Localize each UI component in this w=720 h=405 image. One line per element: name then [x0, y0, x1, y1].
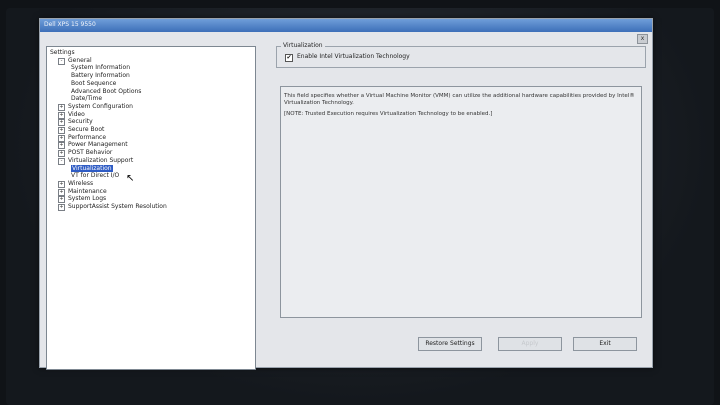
- tree-item[interactable]: + SupportAssist System Resolution: [58, 203, 167, 211]
- enable-vt-label: Enable Intel Virtualization Technology: [297, 53, 410, 60]
- window-title: Dell XPS 15 9550: [44, 21, 96, 28]
- tree-item-label: Security: [68, 118, 93, 126]
- tree-item-label: VT for Direct I/O: [71, 172, 120, 180]
- collapse-icon[interactable]: -: [58, 157, 65, 165]
- expand-icon[interactable]: +: [58, 204, 65, 211]
- restore-settings-button[interactable]: Restore Settings: [418, 337, 482, 351]
- tree-item-label: Maintenance: [68, 187, 107, 195]
- settings-tree: Settings - General System Information Batter…: [46, 46, 256, 370]
- note-text: [NOTE: Trusted Execution requires Virtua…: [284, 111, 493, 117]
- tree-item-label: Video: [68, 110, 85, 118]
- tree-item-label: Advanced Boot Options: [71, 87, 142, 95]
- tree-item-label: System Configuration: [68, 102, 133, 110]
- monitor-screen: Dell XPS 15 9550 x Settings - General Syste…: [6, 8, 714, 405]
- tree-item-label: General: [68, 56, 92, 64]
- tree-item-label: SupportAssist System Resolution: [68, 203, 167, 210]
- tree-item-label: Settings: [50, 49, 75, 56]
- description-panel: This field specifies whether a Virtual M…: [280, 86, 642, 318]
- exit-button[interactable]: Exit: [573, 337, 637, 351]
- tree-item-label: POST Behavior: [68, 149, 113, 157]
- enable-vt-option[interactable]: ✔ Enable Intel Virtualization Technology: [285, 53, 410, 62]
- tree-item-label: Virtualization: [71, 164, 113, 172]
- tree-item-label: Battery Information: [71, 72, 130, 80]
- tree-item-label: Wireless: [68, 179, 94, 187]
- description-text: This field specifies whether a Virtual M…: [284, 93, 635, 106]
- tree-item-label: Boot Sequence: [71, 79, 117, 87]
- tree-item-label: System Information: [71, 64, 131, 72]
- close-button[interactable]: x: [637, 34, 648, 44]
- tree-item-label: Performance: [68, 133, 107, 141]
- enable-vt-checkbox[interactable]: ✔: [285, 54, 293, 62]
- tree-item-label: Secure Boot: [68, 126, 105, 133]
- bios-setup-window: Dell XPS 15 9550 x Settings - General Syste…: [39, 18, 653, 370]
- tree-item-label: System Logs: [68, 195, 107, 203]
- tree-item-label: Power Management: [68, 141, 128, 149]
- apply-button[interactable]: Apply: [498, 337, 562, 351]
- tree-item-label: Date/Time: [71, 95, 103, 103]
- tree-item-label: Virtualization Support: [68, 156, 134, 164]
- group-title: Virtualization: [281, 42, 325, 49]
- title-bar: Dell XPS 15 9550: [40, 19, 652, 32]
- collapse-icon[interactable]: -: [58, 57, 65, 65]
- virtualization-group: Virtualization ✔ Enable Intel Virtualizat…: [276, 42, 646, 68]
- mouse-cursor-icon: ↖: [126, 173, 135, 184]
